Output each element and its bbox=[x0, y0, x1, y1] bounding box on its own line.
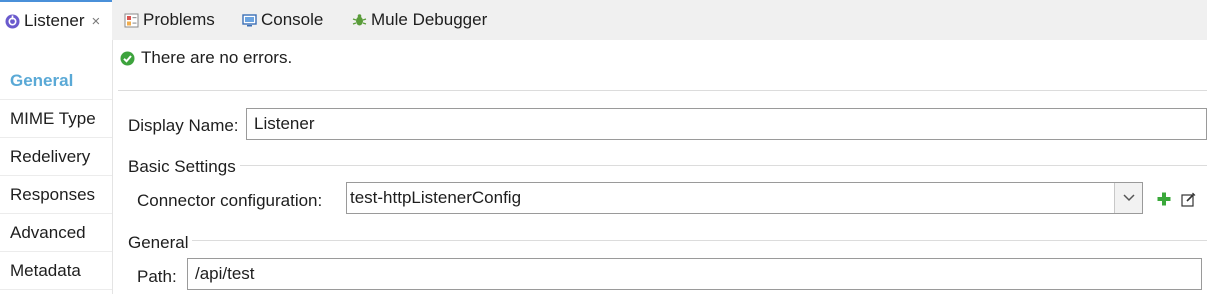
tab-problems-label: Problems bbox=[143, 10, 215, 29]
display-name-label: Display Name: bbox=[128, 116, 239, 135]
group-border bbox=[236, 165, 1207, 166]
tab-console-label: Console bbox=[261, 10, 324, 29]
sidebar-item-metadata[interactable]: Metadata bbox=[0, 252, 112, 290]
tab-mule-debugger-label: Mule Debugger bbox=[371, 10, 488, 29]
sidebar-item-advanced[interactable]: Advanced bbox=[0, 214, 112, 252]
tab-listener-label: Listener bbox=[24, 11, 85, 30]
problems-icon bbox=[124, 13, 139, 28]
path-input[interactable]: /api/test bbox=[187, 258, 1202, 290]
tab-console[interactable]: Console bbox=[242, 0, 323, 40]
edit-icon[interactable] bbox=[1180, 191, 1196, 207]
connector-configuration-value: test-httpListenerConfig bbox=[350, 188, 522, 207]
chevron-down-icon[interactable] bbox=[1114, 183, 1142, 213]
sidebar-item-label: Advanced bbox=[10, 222, 86, 242]
check-icon bbox=[120, 51, 135, 66]
add-icon[interactable] bbox=[1156, 191, 1172, 207]
general-group-title: General bbox=[128, 233, 193, 253]
close-icon[interactable]: × bbox=[91, 13, 100, 30]
sidebar-item-general[interactable]: General bbox=[0, 62, 112, 100]
listener-icon bbox=[5, 14, 20, 29]
status-text: There are no errors. bbox=[141, 48, 293, 67]
tab-problems[interactable]: Problems bbox=[124, 0, 215, 40]
sidebar-item-label: MIME Type bbox=[10, 108, 96, 128]
sidebar-item-responses[interactable]: Responses bbox=[0, 176, 112, 214]
sidebar-item-label: Responses bbox=[10, 184, 96, 204]
properties-sidebar: General MIME Type Redelivery Responses A… bbox=[0, 40, 113, 294]
sidebar-item-label: General bbox=[10, 70, 74, 90]
path-label: Path: bbox=[137, 267, 177, 286]
sidebar-item-label: Metadata bbox=[10, 260, 81, 280]
console-icon bbox=[242, 13, 257, 28]
tab-listener[interactable]: Listener × bbox=[0, 0, 112, 40]
validation-status: There are no errors. bbox=[120, 48, 292, 68]
sidebar-item-redelivery[interactable]: Redelivery bbox=[0, 138, 112, 176]
tab-mule-debugger[interactable]: Mule Debugger bbox=[352, 0, 487, 40]
separator bbox=[118, 90, 1207, 91]
debugger-icon bbox=[352, 13, 367, 28]
group-border bbox=[190, 240, 1207, 241]
connector-configuration-select[interactable]: test-httpListenerConfig bbox=[346, 182, 1143, 214]
connector-configuration-label: Connector configuration: bbox=[137, 191, 323, 210]
basic-settings-title: Basic Settings bbox=[128, 157, 240, 177]
editor-tab-bar: Listener × Problems Console Mule Debugge… bbox=[0, 0, 1207, 40]
display-name-input[interactable]: Listener bbox=[246, 108, 1207, 140]
sidebar-item-mime-type[interactable]: MIME Type bbox=[0, 100, 112, 138]
sidebar-item-label: Redelivery bbox=[10, 146, 91, 166]
